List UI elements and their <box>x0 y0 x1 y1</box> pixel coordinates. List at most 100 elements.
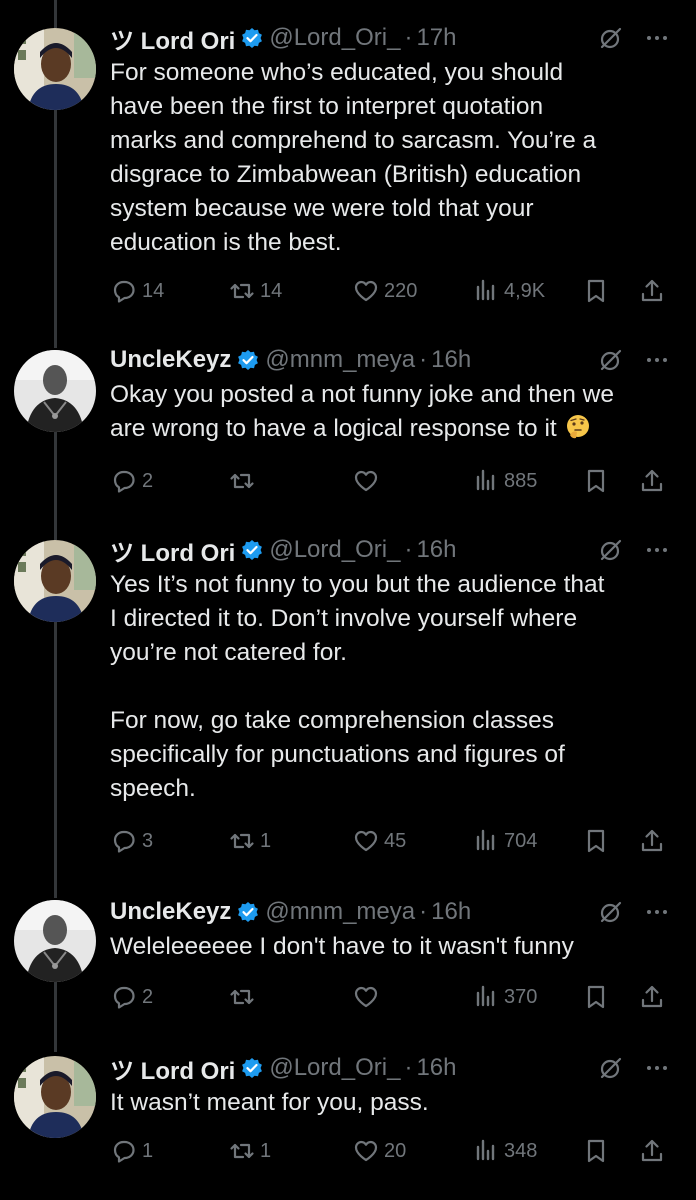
author-handle[interactable]: @Lord_Ori_ <box>269 24 400 52</box>
bookmark-button[interactable] <box>582 276 614 306</box>
avatar[interactable] <box>14 900 96 982</box>
views-count: 370 <box>504 985 538 1008</box>
like-icon <box>354 830 378 852</box>
tweet-text: Okay you posted a not funny joke and the… <box>110 378 670 446</box>
reply-count: 1 <box>142 1139 154 1162</box>
author-name[interactable]: ツ Lord Ori <box>110 1051 235 1086</box>
grok-icon[interactable] <box>598 537 624 563</box>
author-handle[interactable]: @mnm_meya <box>265 346 415 374</box>
like-button[interactable]: 220 <box>352 276 417 306</box>
bookmark-button[interactable] <box>582 1136 614 1166</box>
views-button[interactable]: 704 <box>472 826 537 856</box>
more-icon[interactable] <box>644 347 670 373</box>
timestamp[interactable]: 16h <box>416 1054 456 1082</box>
grok-icon[interactable] <box>598 25 624 51</box>
avatar[interactable] <box>14 1056 96 1138</box>
tweet-text: Yes It’s not funny to you but the audien… <box>110 571 605 802</box>
verified-badge-icon <box>242 1058 263 1078</box>
thread-line <box>54 0 57 28</box>
action-bar: 14 14 220 4,9K <box>110 276 670 306</box>
bookmark-button[interactable] <box>582 982 614 1012</box>
more-icon[interactable] <box>644 25 670 51</box>
more-icon[interactable] <box>644 537 670 563</box>
grok-icon[interactable] <box>598 899 624 925</box>
like-button[interactable]: 45 <box>352 826 406 856</box>
thinking-face-emoji <box>566 415 589 439</box>
reply-button[interactable]: 1 <box>110 1136 153 1166</box>
timestamp[interactable]: 16h <box>431 898 471 926</box>
reply-icon <box>113 280 135 303</box>
separator-dot: · <box>419 346 428 373</box>
share-icon <box>641 469 663 492</box>
repost-button[interactable] <box>228 982 260 1012</box>
avatar[interactable] <box>14 540 96 622</box>
views-button[interactable]: 885 <box>472 466 537 496</box>
repost-icon <box>230 283 254 299</box>
views-button[interactable]: 348 <box>472 1136 537 1166</box>
reply-icon <box>113 470 135 493</box>
tweet-header: ツ Lord Ori @Lord_Ori_ · 16h <box>110 532 670 568</box>
separator-dot: · <box>404 1054 413 1081</box>
reply-icon <box>113 1140 135 1163</box>
repost-button[interactable] <box>228 466 260 496</box>
repost-button[interactable]: 1 <box>228 1136 271 1166</box>
like-button[interactable] <box>352 466 384 496</box>
views-icon <box>476 279 495 301</box>
repost-button[interactable]: 1 <box>228 826 271 856</box>
share-button[interactable] <box>638 826 670 856</box>
verified-badge-icon <box>238 350 259 370</box>
grok-icon[interactable] <box>598 347 624 373</box>
author-name[interactable]: ツ Lord Ori <box>110 533 235 568</box>
reply-button[interactable]: 14 <box>110 276 164 306</box>
like-button[interactable] <box>352 982 384 1012</box>
bookmark-icon <box>587 469 605 493</box>
bookmark-button[interactable] <box>582 466 614 496</box>
action-bar: 2 885 <box>110 466 670 496</box>
reply-button[interactable]: 2 <box>110 982 153 1012</box>
author-handle[interactable]: @Lord_Ori_ <box>269 1054 400 1082</box>
tweet-header: UncleKeyz @mnm_meya · 16h <box>110 894 670 930</box>
avatar[interactable] <box>14 350 96 432</box>
tweet-text: Weleleeeeee I don't have to it wasn't fu… <box>110 933 574 960</box>
repost-button[interactable]: 14 <box>228 276 282 306</box>
author-name[interactable]: ツ Lord Ori <box>110 21 235 56</box>
avatar[interactable] <box>14 28 96 110</box>
reply-count: 3 <box>142 829 154 852</box>
separator-dot: · <box>419 898 428 925</box>
grok-icon[interactable] <box>598 1055 624 1081</box>
views-button[interactable]: 4,9K <box>472 276 545 306</box>
timestamp[interactable]: 16h <box>431 346 471 374</box>
share-icon <box>641 985 663 1008</box>
reply-button[interactable]: 3 <box>110 826 153 856</box>
author-handle[interactable]: @Lord_Ori_ <box>269 536 400 564</box>
share-icon <box>641 829 663 852</box>
share-button[interactable] <box>638 466 670 496</box>
views-count: 885 <box>504 469 538 492</box>
views-button[interactable]: 370 <box>472 982 537 1012</box>
timestamp[interactable]: 17h <box>416 24 456 52</box>
views-icon <box>476 985 495 1007</box>
more-icon[interactable] <box>644 899 670 925</box>
repost-icon <box>230 833 254 849</box>
repost-icon <box>230 473 254 489</box>
share-button[interactable] <box>638 276 670 306</box>
like-icon <box>354 280 378 302</box>
share-button[interactable] <box>638 982 670 1012</box>
verified-badge-icon <box>242 540 263 560</box>
views-count: 704 <box>504 829 538 852</box>
like-button[interactable]: 20 <box>352 1136 406 1166</box>
thread-line <box>54 432 57 540</box>
reply-button[interactable]: 2 <box>110 466 153 496</box>
bookmark-button[interactable] <box>582 826 614 856</box>
author-handle[interactable]: @mnm_meya <box>265 898 415 926</box>
repost-count: 1 <box>260 829 272 852</box>
author-name[interactable]: UncleKeyz <box>110 898 231 926</box>
thread-line <box>54 982 57 1052</box>
author-name[interactable]: UncleKeyz <box>110 346 231 374</box>
more-icon[interactable] <box>644 1055 670 1081</box>
timestamp[interactable]: 16h <box>416 536 456 564</box>
verified-badge-icon <box>238 902 259 922</box>
views-count: 4,9K <box>504 279 546 302</box>
reply-count: 14 <box>142 279 165 302</box>
share-button[interactable] <box>638 1136 670 1166</box>
